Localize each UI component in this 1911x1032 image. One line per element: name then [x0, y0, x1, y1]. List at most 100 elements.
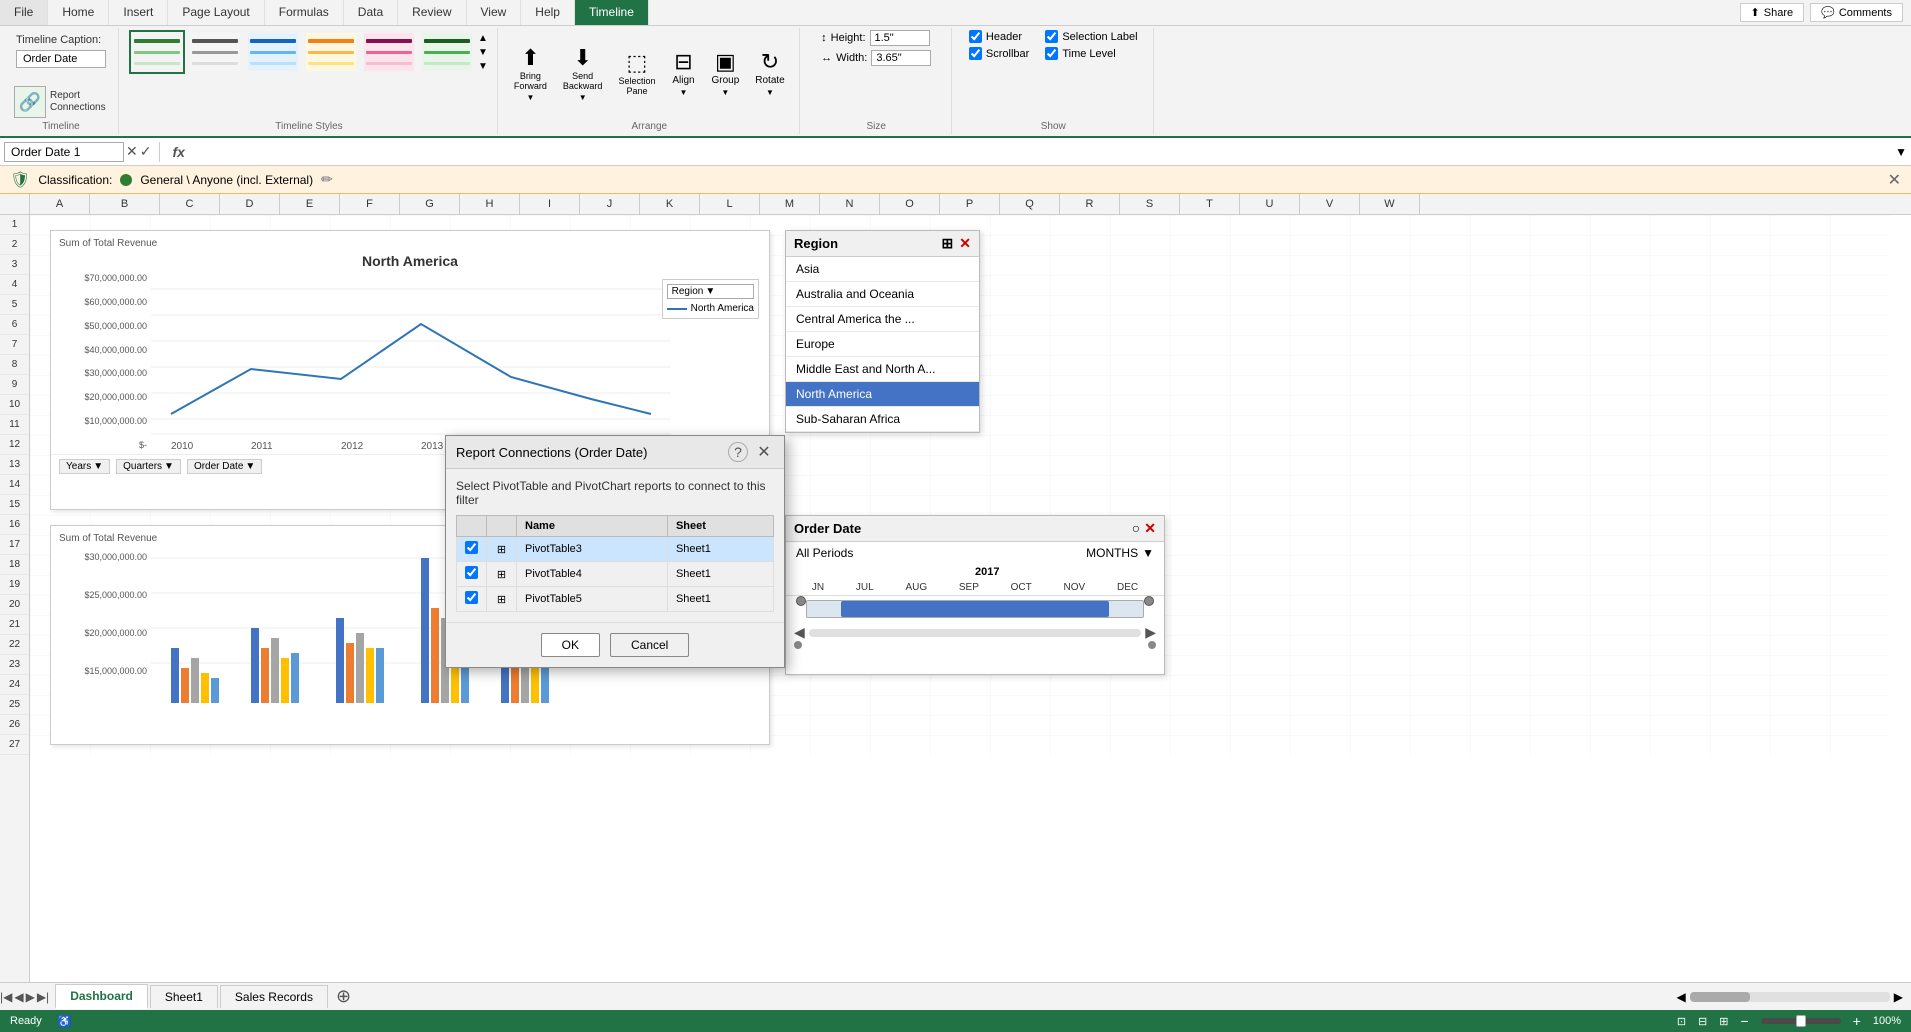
style-item-6[interactable]: [419, 30, 475, 74]
cells-area[interactable]: Sum of Total Revenue North America $70,0…: [30, 215, 1911, 982]
row-6[interactable]: 6: [0, 315, 29, 335]
col-M[interactable]: M: [760, 194, 820, 214]
styles-scroll-down[interactable]: ▼: [477, 46, 489, 59]
caption-input[interactable]: [16, 50, 106, 68]
row-1[interactable]: 1: [0, 215, 29, 235]
col-D[interactable]: D: [220, 194, 280, 214]
zoom-out-btn[interactable]: −: [1740, 1013, 1748, 1029]
region-item-central-america[interactable]: Central America the ...: [786, 307, 979, 332]
tab-data[interactable]: Data: [344, 0, 398, 25]
sheet-scroll-thumb[interactable]: [1690, 992, 1750, 1002]
row-24[interactable]: 24: [0, 675, 29, 695]
timeline-bottom-right-handle[interactable]: [1148, 641, 1156, 649]
col-T[interactable]: T: [1180, 194, 1240, 214]
col-H[interactable]: H: [460, 194, 520, 214]
row-18[interactable]: 18: [0, 555, 29, 575]
page-break-view-btn[interactable]: ⊞: [1719, 1015, 1728, 1028]
row-23[interactable]: 23: [0, 655, 29, 675]
selection-label-checkbox[interactable]: [1045, 30, 1058, 43]
col-I[interactable]: I: [520, 194, 580, 214]
row-22[interactable]: 22: [0, 635, 29, 655]
zoom-thumb[interactable]: [1796, 1015, 1806, 1027]
timeline-next-btn[interactable]: ▶: [1145, 624, 1156, 641]
region-filter-box[interactable]: Region ⊞ ✕ Asia Australia and Oceania Ce…: [785, 230, 980, 433]
page-layout-view-btn[interactable]: ⊟: [1698, 1015, 1707, 1028]
tab-last-btn[interactable]: ▶|: [37, 990, 49, 1004]
region-item-europe[interactable]: Europe: [786, 332, 979, 357]
timeline-left-handle[interactable]: [796, 596, 806, 606]
row-16[interactable]: 16: [0, 515, 29, 535]
scroll-left-btn[interactable]: ◀: [1677, 990, 1686, 1004]
tab-first-btn[interactable]: |◀: [0, 990, 12, 1004]
region-item-north-america[interactable]: North America: [786, 382, 979, 407]
zoom-in-btn[interactable]: +: [1853, 1013, 1861, 1029]
styles-scroll-up[interactable]: ▲: [477, 32, 489, 45]
timeline-handle-left[interactable]: ○: [1132, 520, 1140, 537]
tab-help[interactable]: Help: [521, 0, 575, 25]
row2-checkbox[interactable]: [465, 566, 478, 579]
row1-checkbox[interactable]: [465, 541, 478, 554]
style-item-5[interactable]: [361, 30, 417, 74]
dialog-cancel-btn[interactable]: Cancel: [610, 633, 689, 657]
style-item-2[interactable]: [187, 30, 243, 74]
row-19[interactable]: 19: [0, 575, 29, 595]
sheet-tab-sheet1[interactable]: Sheet1: [150, 985, 218, 1008]
row-10[interactable]: 10: [0, 395, 29, 415]
timeline-right-handle[interactable]: [1144, 596, 1154, 606]
row-14[interactable]: 14: [0, 475, 29, 495]
row-3[interactable]: 3: [0, 255, 29, 275]
scrollbar-checkbox[interactable]: [969, 47, 982, 60]
styles-expand[interactable]: ▼: [477, 60, 489, 73]
rotate-button[interactable]: ↻ Rotate ▼: [749, 49, 790, 99]
col-S[interactable]: S: [1120, 194, 1180, 214]
scroll-right-btn[interactable]: ▶: [1894, 990, 1903, 1004]
timeline-bottom-left-handle[interactable]: [794, 641, 802, 649]
sheet-tab-sales-records[interactable]: Sales Records: [220, 985, 328, 1008]
tab-home[interactable]: Home: [48, 0, 109, 25]
row-7[interactable]: 7: [0, 335, 29, 355]
time-level-checkbox[interactable]: [1045, 47, 1058, 60]
region-filter-clear-icon[interactable]: ✕: [959, 235, 971, 252]
timeline-prev-btn[interactable]: ◀: [794, 624, 805, 641]
tab-file[interactable]: File: [0, 0, 48, 25]
col-Q[interactable]: Q: [1000, 194, 1060, 214]
region-filter-multiselect-icon[interactable]: ⊞: [942, 235, 954, 252]
years-filter[interactable]: Years ▼: [59, 459, 110, 474]
months-dropdown-arrow[interactable]: ▼: [1142, 546, 1154, 560]
quarters-filter[interactable]: Quarters ▼: [116, 459, 181, 474]
classification-close-btn[interactable]: ✕: [1888, 170, 1901, 190]
tab-timeline[interactable]: Timeline: [575, 0, 649, 25]
timeline-scrollbar[interactable]: [809, 629, 1141, 637]
formula-input[interactable]: [193, 143, 1891, 161]
col-N[interactable]: N: [820, 194, 880, 214]
dialog-close-btn[interactable]: ✕: [754, 442, 774, 462]
dialog-row-3[interactable]: ⊞ PivotTable5 Sheet1: [457, 587, 774, 612]
dialog-row-1[interactable]: ⊞ PivotTable3 Sheet1: [457, 537, 774, 562]
normal-view-btn[interactable]: ⊡: [1677, 1015, 1686, 1028]
dialog-ok-btn[interactable]: OK: [541, 633, 600, 657]
zoom-slider[interactable]: [1761, 1018, 1841, 1024]
selection-pane-button[interactable]: ⬚ SelectionPane: [612, 50, 661, 98]
legend-region-dropdown[interactable]: Region ▼: [667, 284, 754, 299]
row-25[interactable]: 25: [0, 695, 29, 715]
share-button[interactable]: ⬆ Share: [1740, 3, 1805, 22]
col-U[interactable]: U: [1240, 194, 1300, 214]
row-4[interactable]: 4: [0, 275, 29, 295]
style-item-4[interactable]: [303, 30, 359, 74]
tab-next-btn[interactable]: ▶: [26, 990, 35, 1004]
sheet-scrollbar[interactable]: [1690, 992, 1890, 1002]
timeline-track[interactable]: [806, 600, 1144, 618]
row-20[interactable]: 20: [0, 595, 29, 615]
row-8[interactable]: 8: [0, 355, 29, 375]
name-box[interactable]: [4, 142, 124, 162]
row3-checkbox[interactable]: [465, 591, 478, 604]
style-item-1[interactable]: [129, 30, 185, 74]
accessibility-icon[interactable]: ♿: [58, 1015, 72, 1028]
col-A[interactable]: A: [30, 194, 90, 214]
row-2[interactable]: 2: [0, 235, 29, 255]
tab-formulas[interactable]: Formulas: [265, 0, 344, 25]
region-item-asia[interactable]: Asia: [786, 257, 979, 282]
row-27[interactable]: 27: [0, 735, 29, 755]
region-item-middle-east[interactable]: Middle East and North A...: [786, 357, 979, 382]
row-12[interactable]: 12: [0, 435, 29, 455]
